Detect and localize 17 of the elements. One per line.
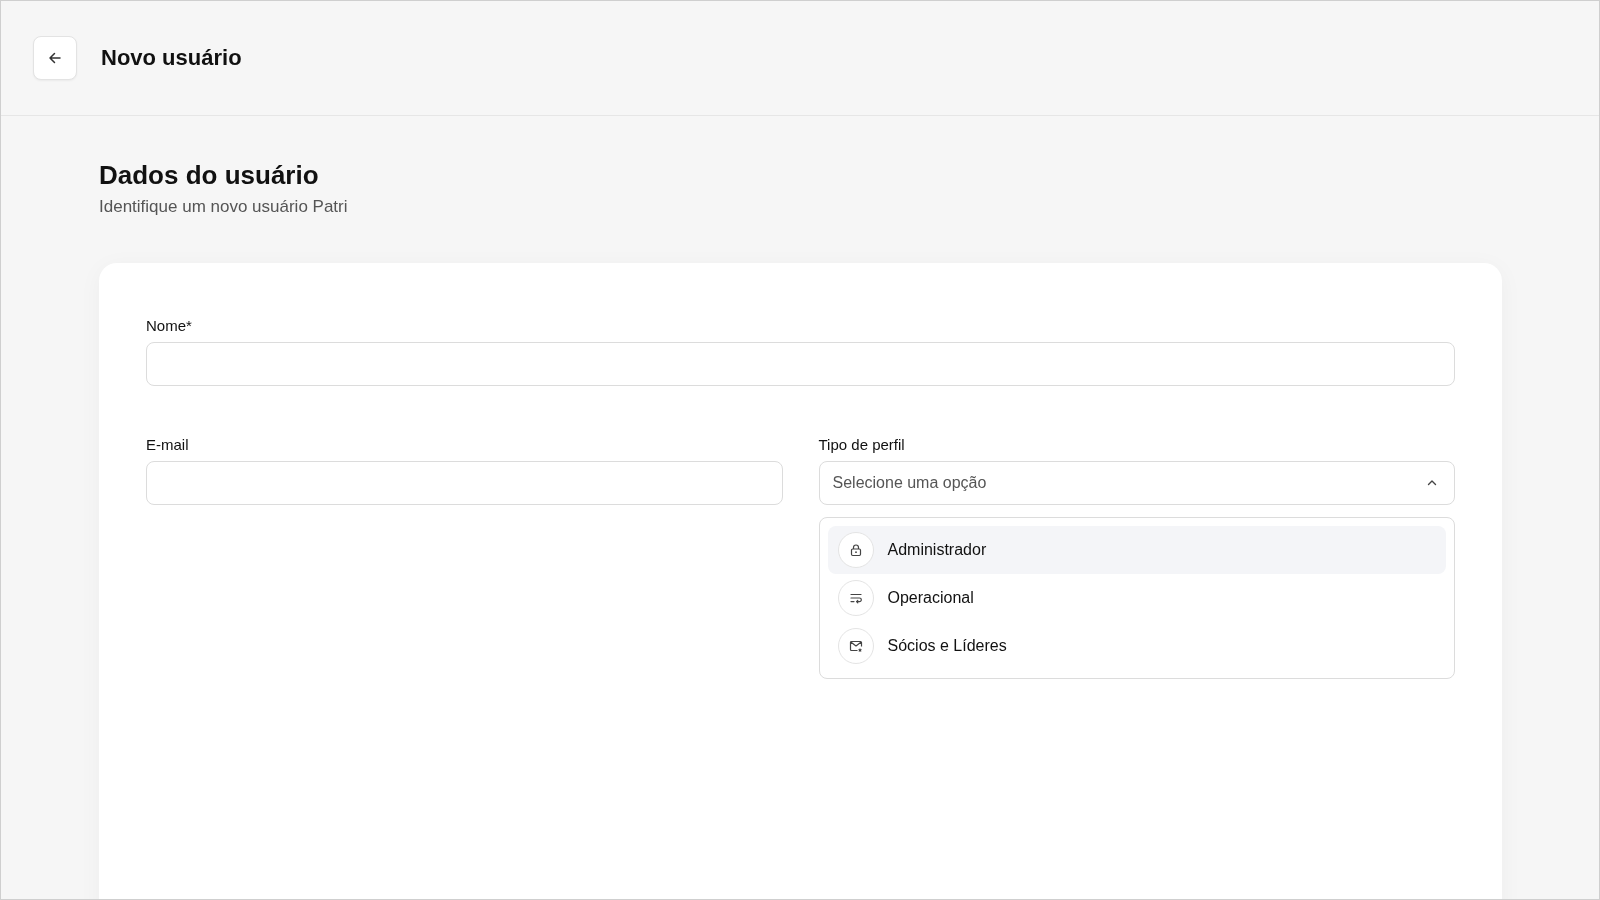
back-arrow-icon — [47, 50, 63, 66]
lock-icon — [848, 543, 863, 557]
field-label: Nome* — [146, 317, 193, 334]
back-button[interactable] — [33, 36, 77, 80]
section-subtitle: Identifique um novo usuário Patri — [99, 197, 349, 217]
field-label: Tipo de perfil — [818, 436, 906, 453]
section-title: Dados do usuário — [99, 160, 320, 191]
dropdown-option[interactable]: Administrador — [827, 526, 1446, 574]
dropdown-option[interactable]: Sócios e Líderes — [827, 622, 1446, 670]
dropdown-option[interactable]: Operacional — [827, 574, 1446, 622]
email-input-field[interactable] — [146, 461, 783, 505]
profile-select[interactable]: Selecione uma opção — [818, 461, 1455, 505]
name-input-field[interactable] — [146, 342, 1455, 386]
page-title: Novo usuário — [101, 45, 242, 71]
field-label: E-mail — [146, 436, 190, 453]
mail-star-icon — [848, 639, 863, 653]
text-wrap-icon — [848, 591, 863, 605]
